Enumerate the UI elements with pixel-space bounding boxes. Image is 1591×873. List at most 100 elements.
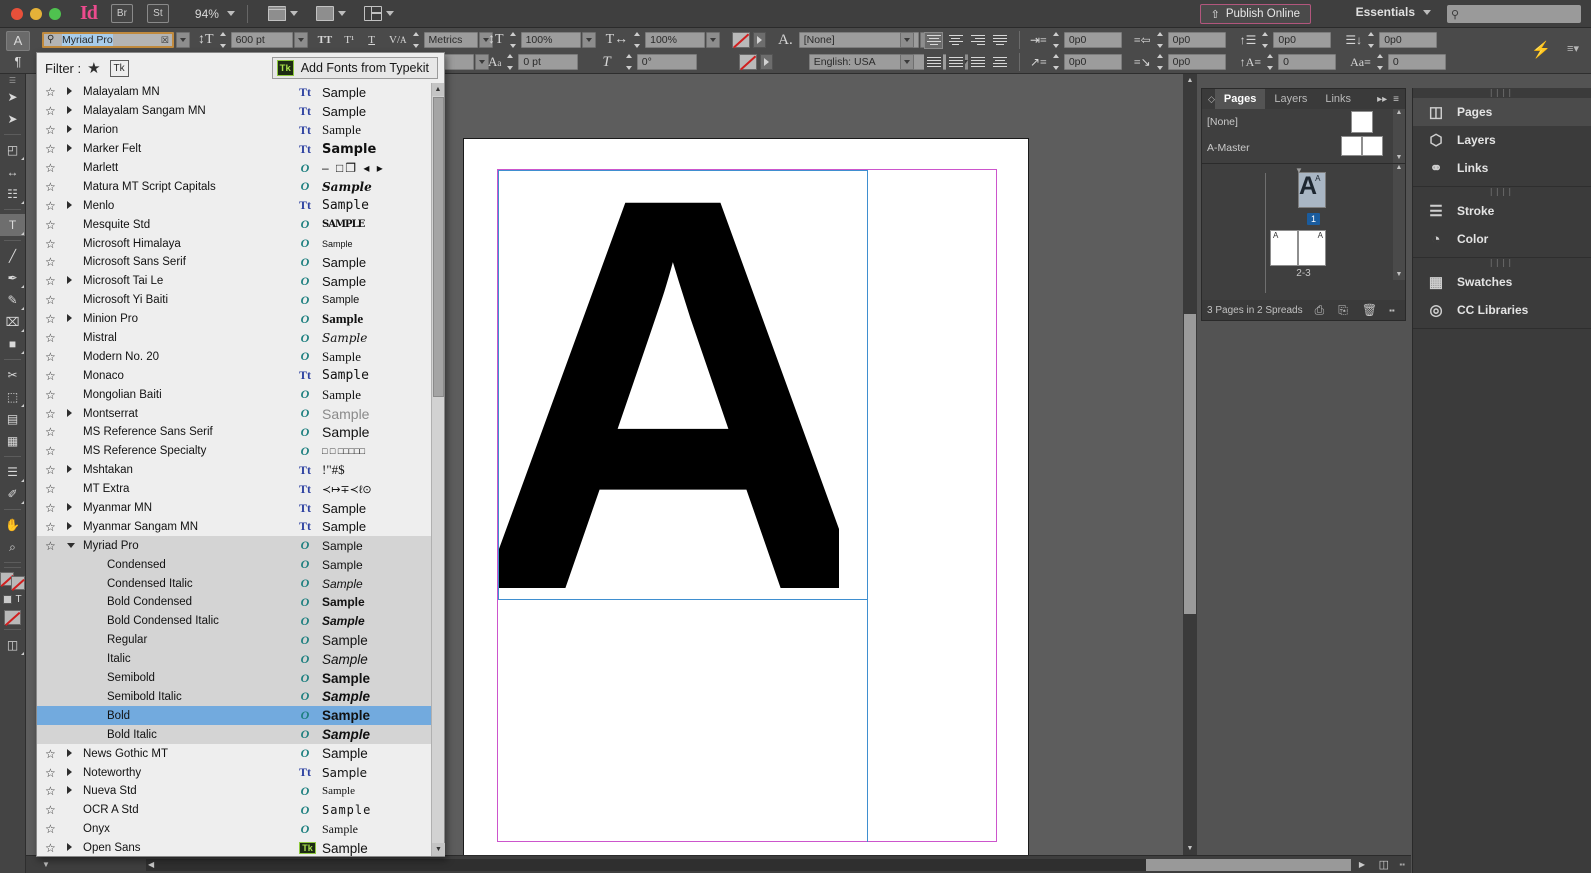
- paragraph-style-dropdown[interactable]: [900, 32, 914, 48]
- new-master-icon[interactable]: ⎙: [1315, 303, 1325, 318]
- new-page-icon[interactable]: ⎘: [1338, 303, 1348, 318]
- line-tool[interactable]: ╱: [0, 245, 25, 267]
- page-1-number-badge[interactable]: 1: [1307, 213, 1321, 225]
- space-before-input[interactable]: 0p0: [1273, 32, 1332, 48]
- stroke-swatch[interactable]: [11, 576, 25, 590]
- font-list-item[interactable]: Condensed Italic O Sample: [37, 574, 444, 594]
- horizontal-scale-stepper[interactable]: [631, 32, 643, 48]
- control-panel-mode-tabs[interactable]: A ¶: [0, 28, 36, 74]
- all-caps-button[interactable]: TT: [318, 34, 333, 46]
- quick-apply-icon[interactable]: ⚡: [1531, 40, 1551, 60]
- scroll-down-arrow[interactable]: ▼: [1183, 842, 1197, 855]
- favorite-star-icon[interactable]: ☆: [45, 482, 67, 496]
- font-list-item[interactable]: ☆ Noteworthy Tt Sample: [37, 763, 444, 782]
- vertical-scale-dropdown[interactable]: [581, 32, 596, 48]
- drop-cap-chars-stepper[interactable]: [1374, 54, 1386, 70]
- master-pages-section[interactable]: [None] A-Master ▲ ▼: [1202, 109, 1405, 164]
- pages-panel[interactable]: ◇ Pages Layers Links ▸▸ ≡ [None] A-Maste…: [1201, 88, 1406, 321]
- resize-grip-icon[interactable]: ▪▪: [1399, 860, 1405, 869]
- master-none-row[interactable]: [None]: [1202, 109, 1405, 135]
- dock-group-grip[interactable]: ⡇⡇⡇⡇: [1413, 258, 1591, 268]
- favorite-star-icon[interactable]: ☆: [45, 520, 67, 534]
- tab-pages[interactable]: Pages: [1214, 89, 1266, 109]
- close-window-button[interactable]: [11, 7, 23, 20]
- tools-panel-grip[interactable]: ☰: [0, 74, 25, 86]
- favorite-star-icon[interactable]: ☆: [45, 331, 67, 345]
- scissors-tool[interactable]: ✂: [0, 364, 25, 386]
- dock-item-layers[interactable]: ⬡ Layers: [1413, 126, 1591, 154]
- dock-group-grip[interactable]: ⡇⡇⡇⡇: [1413, 88, 1591, 98]
- chevron-right-icon[interactable]: [67, 125, 83, 135]
- favorite-star-icon[interactable]: ☆: [45, 293, 67, 307]
- font-family-dropdown-button[interactable]: [176, 32, 190, 48]
- maximize-window-button[interactable]: [49, 7, 61, 20]
- panel-dock[interactable]: ⡇⡇⡇⡇ ◫ Pages ⬡ Layers ⚭ Links ⡇⡇⡇⡇ ☰ Stroke ◔ Color…: [1412, 88, 1591, 873]
- frame-tool[interactable]: ⌧: [0, 311, 25, 333]
- favorite-star-icon[interactable]: ☆: [45, 104, 67, 118]
- chevron-right-icon[interactable]: [67, 503, 83, 513]
- first-line-indent-stepper[interactable]: [1050, 54, 1062, 70]
- master-scroll-down-arrow[interactable]: ▼: [1393, 154, 1405, 161]
- font-list-item[interactable]: Bold Condensed O Sample: [37, 593, 444, 612]
- chevron-right-icon[interactable]: [67, 276, 83, 286]
- font-list-item[interactable]: ☆ Myanmar MN Tt Sample: [37, 499, 444, 518]
- pages-panel-tabs[interactable]: ◇ Pages Layers Links ▸▸ ≡: [1202, 89, 1405, 109]
- note-tool[interactable]: ☰: [0, 461, 25, 483]
- favorite-star-icon[interactable]: ☆: [45, 539, 67, 553]
- horizontal-scale-dropdown[interactable]: [706, 32, 721, 48]
- font-list[interactable]: ☆ Malayalam MN Tt Sample ☆ Malayalam Sangam M…: [37, 83, 444, 856]
- vertical-scale-stepper[interactable]: [507, 32, 519, 48]
- first-line-indent-input[interactable]: 0p0: [1063, 54, 1122, 70]
- font-scroll-thumb[interactable]: [433, 97, 444, 397]
- space-after-input[interactable]: 0p0: [1379, 32, 1438, 48]
- dock-item-links[interactable]: ⚭ Links: [1413, 154, 1591, 182]
- gradient-feather-tool[interactable]: ▦: [0, 430, 25, 452]
- favorites-filter-icon[interactable]: ★: [87, 59, 100, 77]
- delete-page-icon[interactable]: 🗑: [1362, 303, 1377, 317]
- publish-online-button[interactable]: ⇧ Publish Online: [1199, 4, 1311, 24]
- pages-thumbnails-area[interactable]: ▼ A A 1 A A 2-3 ▲ ▼: [1202, 164, 1405, 300]
- baseline-shift-stepper[interactable]: [504, 54, 516, 70]
- favorite-star-icon[interactable]: ☆: [45, 199, 67, 213]
- dock-group-grip[interactable]: ⡇⡇⡇⡇: [1413, 187, 1591, 197]
- font-list-item[interactable]: ☆ Menlo Tt Sample: [37, 196, 444, 215]
- font-list-item[interactable]: ☆ News Gothic MT O Sample: [37, 744, 444, 763]
- canvas-vscroll-thumb[interactable]: [1184, 314, 1196, 614]
- favorite-star-icon[interactable]: ☆: [45, 312, 67, 326]
- justify-right-button[interactable]: [946, 53, 965, 71]
- paragraph-formatting-tab[interactable]: ¶: [6, 52, 30, 72]
- tab-links[interactable]: Links: [1316, 89, 1360, 109]
- baseline-shift-input[interactable]: 0 pt: [518, 54, 579, 70]
- left-indent-input[interactable]: 0p0: [1063, 32, 1122, 48]
- named-grid-dropdown[interactable]: [900, 54, 914, 70]
- formatting-text-icon[interactable]: T: [15, 595, 21, 605]
- page-tool[interactable]: ◰: [0, 139, 25, 161]
- font-list-item[interactable]: ☆ Nueva Std O Sample: [37, 782, 444, 801]
- master-scrollbar[interactable]: ▲ ▼: [1393, 109, 1405, 163]
- font-list-item[interactable]: Bold Condensed Italic O Sample: [37, 611, 444, 631]
- add-fonts-from-typekit-button[interactable]: Tk Add Fonts from Typekit: [271, 57, 438, 79]
- workspace-selector[interactable]: Essentials: [1356, 5, 1431, 19]
- font-list-item[interactable]: ☆ Mesquite Std O SAMPLE: [37, 215, 444, 234]
- font-list-item[interactable]: ☆ Minion Pro O Sample: [37, 310, 444, 329]
- align-toward-spine-button[interactable]: [990, 53, 1009, 71]
- scroll-left-arrow[interactable]: ◀: [148, 860, 154, 869]
- favorite-star-icon[interactable]: ☆: [45, 766, 67, 780]
- rectangle-tool[interactable]: ■: [0, 333, 25, 355]
- font-list-item[interactable]: Condensed O Sample: [37, 555, 444, 575]
- chevron-right-icon[interactable]: [67, 786, 83, 796]
- font-list-item[interactable]: ☆ Microsoft Sans Serif O Sample: [37, 253, 444, 272]
- last-line-indent-stepper[interactable]: [1154, 54, 1166, 70]
- favorite-star-icon[interactable]: ☆: [45, 255, 67, 269]
- fill-color-dropdown[interactable]: [753, 32, 767, 48]
- space-before-stepper[interactable]: [1259, 32, 1271, 48]
- chevron-right-icon[interactable]: [67, 200, 83, 211]
- align-left-button[interactable]: [924, 31, 943, 49]
- control-panel-menu-icon[interactable]: ≡▾: [1567, 42, 1579, 55]
- font-list-item[interactable]: ☆ Malayalam MN Tt Sample: [37, 83, 444, 102]
- collapse-panel-icon[interactable]: ▸▸: [1377, 94, 1387, 105]
- formatting-affects-controls[interactable]: T: [0, 595, 25, 605]
- chevron-right-icon[interactable]: [67, 767, 83, 778]
- panel-grip-icon[interactable]: ◇: [1202, 94, 1215, 105]
- font-list-scrollbar[interactable]: ▲ ▼: [431, 83, 445, 856]
